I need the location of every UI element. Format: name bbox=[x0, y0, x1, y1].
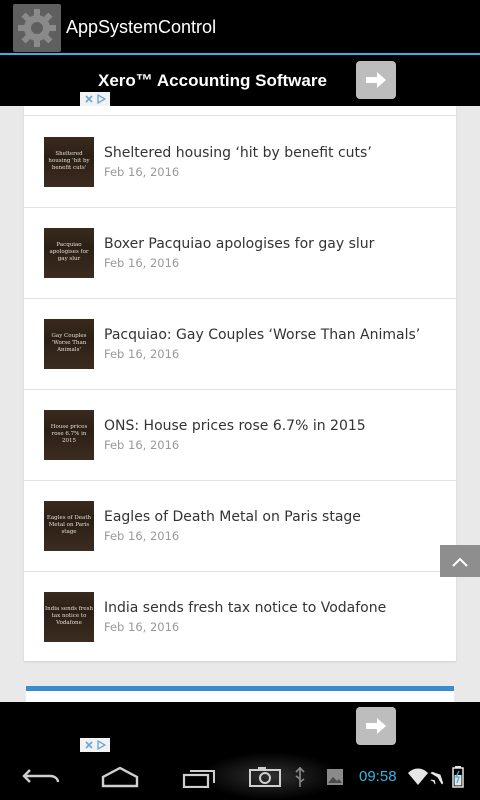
article-thumbnail[interactable]: Sheltered housing 'hit by benefit cuts' bbox=[44, 137, 94, 187]
article-title[interactable]: Eagles of Death Metal on Paris stage bbox=[104, 509, 361, 525]
list-item[interactable]: Eagles of Death Metal on Paris stage Eag… bbox=[24, 481, 456, 572]
battery-icon bbox=[452, 766, 464, 792]
ad-title[interactable]: Xero™ Accounting Software bbox=[98, 71, 327, 91]
gear-icon[interactable] bbox=[13, 4, 61, 52]
ad-banner-top[interactable]: Xero™ Accounting Software bbox=[0, 55, 480, 106]
list-item[interactable]: India sends fresh tax notice to Vodafone… bbox=[24, 572, 456, 663]
adchoices-icon[interactable] bbox=[80, 92, 110, 106]
arrow-right-icon[interactable] bbox=[356, 61, 396, 99]
home-icon[interactable] bbox=[100, 766, 140, 792]
usb-icon bbox=[293, 766, 307, 792]
chevron-up-icon bbox=[452, 552, 468, 571]
article-thumbnail[interactable]: India sends fresh tax notice to Vodafone bbox=[44, 592, 94, 642]
ad-banner-bottom[interactable] bbox=[0, 702, 480, 752]
article-date: Feb 16, 2016 bbox=[104, 347, 180, 361]
back-icon[interactable] bbox=[22, 766, 60, 792]
screenshot-icon[interactable] bbox=[248, 766, 282, 792]
article-thumbnail[interactable]: Gay Couples 'Worse Than Animals' bbox=[44, 319, 94, 369]
article-thumbnail[interactable]: House prices rose 6.7% in 2015 bbox=[44, 410, 94, 460]
recent-apps-icon[interactable] bbox=[182, 766, 220, 792]
list-item[interactable]: Gay Couples 'Worse Than Animals' Pacquia… bbox=[24, 299, 456, 390]
system-nav-bar: 09:58 bbox=[0, 752, 480, 800]
article-thumbnail[interactable]: Pacquiao apologises for gay slur bbox=[44, 228, 94, 278]
article-list: Sheltered housing 'hit by benefit cuts' … bbox=[24, 106, 456, 661]
article-date: Feb 16, 2016 bbox=[104, 529, 180, 543]
article-date: Feb 16, 2016 bbox=[104, 438, 180, 452]
list-item[interactable]: House prices rose 6.7% in 2015 ONS: Hous… bbox=[24, 390, 456, 481]
gallery-icon bbox=[326, 768, 344, 790]
list-divider bbox=[24, 106, 456, 116]
article-title[interactable]: India sends fresh tax notice to Vodafone bbox=[104, 600, 386, 616]
app-title: AppSystemControl bbox=[66, 17, 217, 37]
article-title[interactable]: ONS: House prices rose 6.7% in 2015 bbox=[104, 418, 366, 434]
article-date: Feb 16, 2016 bbox=[104, 256, 180, 270]
article-title[interactable]: Pacquiao: Gay Couples ‘Worse Than Animal… bbox=[104, 327, 420, 343]
article-date: Feb 16, 2016 bbox=[104, 165, 180, 179]
article-date: Feb 16, 2016 bbox=[104, 620, 180, 634]
adchoices-icon[interactable] bbox=[80, 738, 110, 752]
action-bar: AppSystemControl bbox=[0, 0, 480, 55]
list-item[interactable]: Pacquiao apologises for gay slur Boxer P… bbox=[24, 208, 456, 299]
status-clock: 09:58 bbox=[359, 768, 397, 785]
wifi-icon bbox=[407, 766, 429, 790]
scroll-to-top-button[interactable] bbox=[440, 545, 480, 577]
article-title[interactable]: Boxer Pacquiao apologises for gay slur bbox=[104, 236, 374, 252]
airplane-icon bbox=[430, 766, 448, 790]
article-title[interactable]: Sheltered housing ‘hit by benefit cuts’ bbox=[104, 145, 372, 161]
list-item[interactable]: Sheltered housing 'hit by benefit cuts' … bbox=[24, 117, 456, 208]
arrow-right-icon[interactable] bbox=[356, 707, 396, 745]
article-thumbnail[interactable]: Eagles of Death Metal on Paris stage bbox=[44, 501, 94, 551]
